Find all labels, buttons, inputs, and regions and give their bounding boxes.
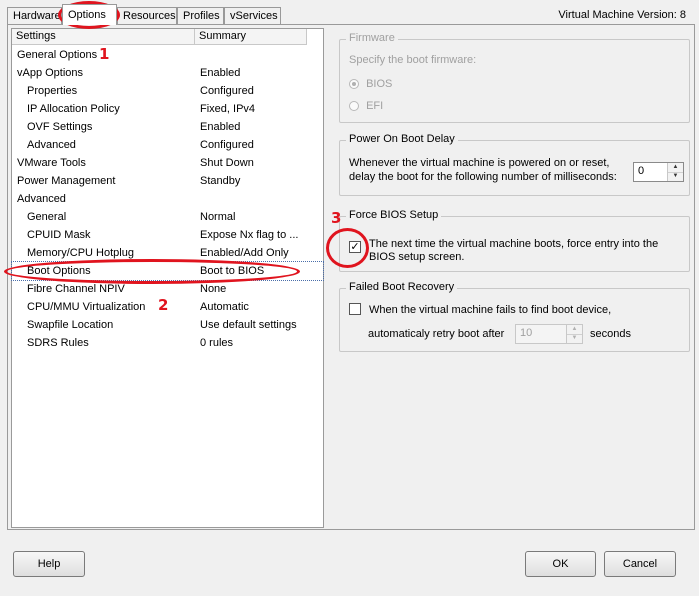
list-item-summary: Standby [200,175,241,187]
help-button[interactable]: Help [13,551,85,577]
settings-column-header[interactable]: Settings [12,29,195,45]
list-item[interactable]: Properties Configured [12,82,323,100]
list-item-label: Advanced [27,139,76,151]
list-item[interactable]: vApp Options Enabled [12,64,323,82]
boot-delay-input[interactable]: 0 ▲ ▼ [633,162,684,182]
list-item-label: OVF Settings [27,121,93,133]
list-item-label: vApp Options [17,67,84,79]
list-item[interactable]: General Normal [12,208,323,226]
annotation-1: 1 [99,45,110,63]
failed-recovery-group: Failed Boot Recovery When the virtual ma… [339,281,690,352]
retry-seconds-input[interactable]: 10 ▲ ▼ [515,324,583,344]
tab-resources[interactable]: Resources [117,7,177,24]
vm-version-label: Virtual Machine Version: 8 [558,9,686,21]
failed-recovery-checkbox[interactable] [349,303,361,315]
list-item-summary: 0 rules [200,337,234,349]
list-item-label: Swapfile Location [27,319,114,331]
list-item-label: General Options [17,49,98,61]
list-item-summary: Automatic [200,301,249,313]
ok-button[interactable]: OK [525,551,596,577]
radio-icon [349,101,359,112]
firmware-bios-radio[interactable]: BIOS [349,78,392,90]
list-item-label: Properties [27,85,78,97]
list-item-label: CPUID Mask [27,229,91,241]
list-item-summary: Expose Nx flag to ... [200,229,299,241]
list-item-label: SDRS Rules [27,337,89,349]
tab-profiles[interactable]: Profiles [177,7,224,24]
list-item-label: General [27,211,67,223]
boot-delay-title: Power On Boot Delay [346,133,458,145]
firmware-efi-radio[interactable]: EFI [349,100,383,112]
list-item-summary: Enabled [200,67,241,79]
force-bios-checkbox-highlight [326,228,369,268]
list-item-summary: Shut Down [200,157,254,169]
list-item[interactable]: Power Management Standby [12,172,323,190]
list-item[interactable]: SDRS Rules 0 rules [12,334,323,352]
seconds-label: seconds [590,328,631,340]
annotation-2: 2 [158,296,169,314]
boot-options-highlight [4,259,300,284]
failed-recovery-title: Failed Boot Recovery [346,281,458,293]
list-item[interactable]: General Options [12,46,323,64]
list-item-summary: Configured [200,85,254,97]
list-item-summary: Configured [200,139,254,151]
summary-column-header[interactable]: Summary [195,29,307,45]
list-item[interactable]: Swapfile Location Use default settings [12,316,323,334]
list-item[interactable]: Advanced Configured [12,136,323,154]
force-bios-title: Force BIOS Setup [346,209,442,221]
failed-recovery-line2: automaticaly retry boot after [368,328,505,340]
list-item[interactable]: VMware Tools Shut Down [12,154,323,172]
list-item-summary: Enabled [200,121,241,133]
list-item-label: Advanced [17,193,66,205]
list-item[interactable]: IP Allocation Policy Fixed, IPv4 [12,100,323,118]
spin-down-icon[interactable]: ▼ [567,334,582,343]
force-bios-line1: The next time the virtual machine boots,… [369,238,659,250]
tab-hardware[interactable]: Hardware [7,7,62,24]
list-item-label: VMware Tools [17,157,86,169]
list-item-label: Power Management [17,175,116,187]
force-bios-group: Force BIOS Setup ✓ The next time the vir… [339,209,690,272]
force-bios-line2: BIOS setup screen. [369,251,465,263]
list-item-label: CPU/MMU Virtualization [27,301,146,313]
boot-delay-group: Power On Boot Delay Whenever the virtual… [339,133,690,196]
list-item[interactable]: CPUID Mask Expose Nx flag to ... [12,226,323,244]
boot-delay-line2: delay the boot for the following number … [349,171,617,183]
boot-delay-line1: Whenever the virtual machine is powered … [349,157,610,169]
firmware-title: Firmware [346,32,398,44]
tab-vservices[interactable]: vServices [224,7,281,24]
firmware-desc: Specify the boot firmware: [349,54,477,66]
cancel-button[interactable]: Cancel [604,551,676,577]
list-item[interactable]: Advanced [12,190,323,208]
tab-options[interactable]: Options [62,4,117,25]
list-item-summary: Fixed, IPv4 [200,103,256,115]
failed-recovery-line1: When the virtual machine fails to find b… [369,304,612,316]
spin-down-icon[interactable]: ▼ [668,172,683,181]
list-item-label: IP Allocation Policy [27,103,120,115]
list-item[interactable]: OVF Settings Enabled [12,118,323,136]
radio-icon [349,79,359,90]
list-item-summary: Normal [200,211,236,223]
list-item-summary: Use default settings [200,319,297,331]
annotation-3: 3 [331,209,342,227]
firmware-group: Firmware Specify the boot firmware: BIOS… [339,32,690,123]
